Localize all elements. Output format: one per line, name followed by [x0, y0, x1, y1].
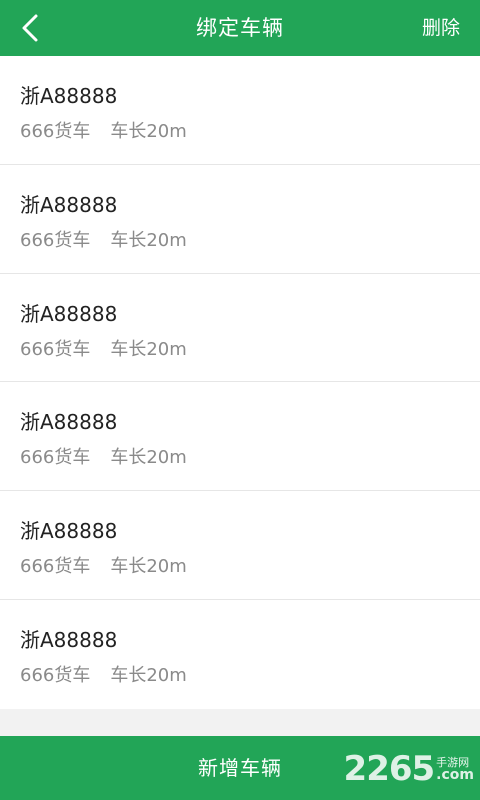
vehicle-list-item[interactable]: 浙A88888 666货车 车长20m — [0, 491, 480, 600]
vehicle-plate: 浙A88888 — [20, 410, 118, 435]
vehicle-length: 车长20m — [110, 556, 187, 578]
vehicle-meta: 666货车 车长20m — [20, 552, 187, 578]
chevron-left-icon — [22, 14, 38, 42]
vehicle-plate: 浙A88888 — [20, 301, 118, 326]
back-button[interactable] — [18, 10, 58, 46]
vehicle-list-item[interactable]: 浙A88888 666货车 车长20m — [0, 56, 480, 165]
vehicle-plate: 浙A88888 — [20, 519, 118, 544]
add-vehicle-button[interactable]: 新增车辆 — [0, 736, 480, 800]
vehicle-type: 666货车 — [20, 664, 91, 686]
vehicle-plate: 浙A88888 — [20, 627, 118, 652]
vehicle-type: 666货车 — [20, 121, 91, 142]
page-title: 绑定车辆 — [196, 16, 284, 40]
vehicle-meta: 666货车 车长20m — [20, 443, 187, 469]
vehicle-list: 浙A88888 666货车 车长20m 浙A88888 666货车 车长20m 浙A… — [0, 56, 480, 709]
vehicle-meta: 666货车 车长20m — [20, 117, 187, 143]
vehicle-length: 车长20m — [110, 447, 187, 469]
vehicle-type: 666货车 — [20, 556, 91, 578]
vehicle-length: 车长20m — [110, 338, 187, 360]
vehicle-plate: 浙A88888 — [20, 192, 118, 217]
vehicle-type: 666货车 — [20, 338, 91, 360]
vehicle-plate: 浙A88888 — [20, 84, 118, 108]
vehicle-type: 666货车 — [20, 229, 91, 251]
vehicle-list-item[interactable]: 浙A88888 666货车 车长20m — [0, 164, 480, 274]
vehicle-length: 车长20m — [110, 229, 187, 251]
vehicle-type: 666货车 — [20, 447, 91, 469]
vehicle-list-item[interactable]: 浙A88888 666货车 车长20m — [0, 599, 480, 709]
vehicle-meta: 666货车 车长20m — [20, 661, 187, 687]
vehicle-meta: 666货车 车长20m — [20, 226, 187, 252]
vehicle-list-item[interactable]: 浙A88888 666货车 车长20m — [0, 273, 480, 383]
vehicle-meta: 666货车 车长20m — [20, 335, 187, 361]
delete-button[interactable]: 删除 — [422, 0, 460, 56]
vehicle-length: 车长20m — [110, 121, 187, 142]
vehicle-length: 车长20m — [110, 664, 187, 686]
vehicle-list-item[interactable]: 浙A88888 666货车 车长20m — [0, 382, 480, 492]
top-app-bar: 绑定车辆 删除 — [0, 0, 480, 56]
